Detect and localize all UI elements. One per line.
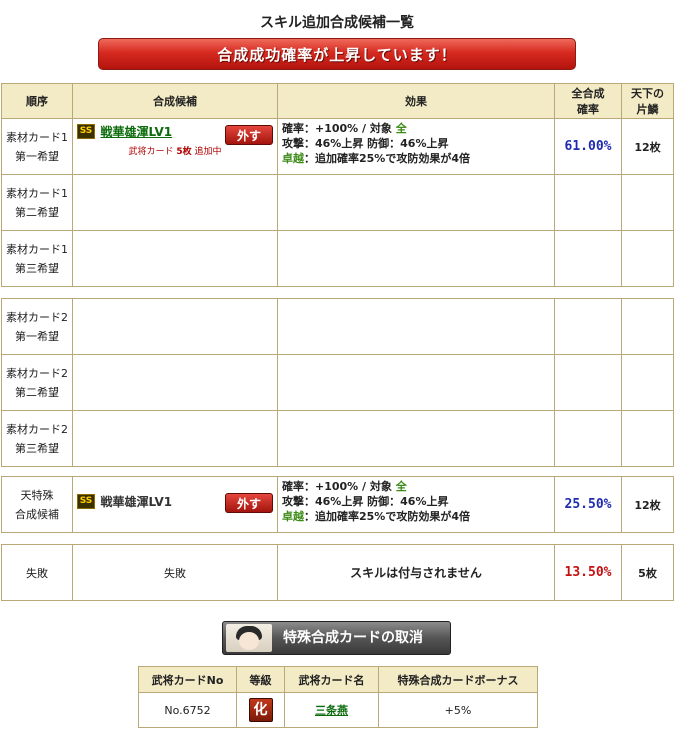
row-candidate [72, 354, 278, 411]
row-effect [277, 298, 555, 355]
table-row: 素材カード2 第一希望 [1, 298, 674, 355]
failure-effect: スキルは付与されません [277, 544, 555, 601]
row-count [621, 410, 674, 467]
header-card-no: 武将カードNo [138, 666, 237, 693]
row-order: 素材カード1 第一希望 [1, 118, 73, 175]
header-order: 順序 [1, 83, 73, 119]
row-order: 素材カード2 第一希望 [1, 298, 73, 355]
row-rate [554, 174, 622, 231]
failure-count: 5枚 [621, 544, 674, 601]
card-no: No.6752 [138, 692, 237, 728]
cancel-special-card-label: 特殊合成カードの取消 [283, 630, 423, 646]
row-count [621, 174, 674, 231]
row-rate [554, 410, 622, 467]
failure-rate: 13.50% [554, 544, 622, 601]
header-count: 天下の 片鱗 [621, 83, 674, 119]
remove-button[interactable]: 外す [225, 125, 273, 145]
table-row: 素材カード1 第二希望 [1, 174, 674, 231]
row-order: 素材カード1 第三希望 [1, 230, 73, 287]
candidate-table-material2: 素材カード2 第一希望 素材カード2 第二希望 素材カード2 第三希望 [1, 298, 674, 467]
row-effect [277, 230, 555, 287]
row-rate [554, 354, 622, 411]
card-name-link[interactable]: 三条燕 [315, 704, 348, 717]
row-rate: 61.00% [554, 118, 622, 175]
row-effect [277, 174, 555, 231]
table-row: 素材カード1 第一希望 SS 戦華雄渾LV1 外す 武将カード 5枚 追加中 確率… [1, 118, 674, 175]
row-count: 12枚 [621, 118, 674, 175]
row-effect: 確率：+100% / 対象 全 攻撃：46%上昇 防御：46%上昇 卓越：追加確… [277, 118, 555, 175]
row-order: 素材カード1 第二希望 [1, 174, 73, 231]
row-count [621, 354, 674, 411]
table-row: 失敗 失敗 スキルは付与されません 13.50% 5枚 [1, 544, 674, 601]
row-effect [277, 354, 555, 411]
header-total-rate: 全合成 確率 [554, 83, 622, 119]
cancel-special-card-button[interactable]: 特殊合成カードの取消 [222, 621, 451, 655]
header-effect: 効果 [277, 83, 555, 119]
ss-rank-icon: SS [77, 494, 95, 509]
candidate-table-material1: 順序 合成候補 効果 全合成 確率 天下の 片鱗 素材カード1 第一希望 SS 戦華雄… [1, 83, 674, 287]
row-order: 天特殊 合成候補 [1, 476, 73, 533]
row-order: 素材カード2 第三希望 [1, 410, 73, 467]
header-card-name: 武将カード名 [284, 666, 379, 693]
row-candidate [72, 174, 278, 231]
row-candidate: SS 戦華雄渾LV1 外す [72, 476, 278, 533]
card-bonus: +5% [378, 692, 538, 728]
failure-order: 失敗 [1, 544, 73, 601]
row-count: 12枚 [621, 476, 674, 533]
rank-ka-icon: 化 [248, 698, 273, 722]
candidate-table-special: 天特殊 合成候補 SS 戦華雄渾LV1 外す 確率：+100% / 対象 全 攻撃… [1, 476, 674, 533]
skill-name: 戦華雄渾LV1 [100, 495, 173, 509]
row-effect [277, 410, 555, 467]
header-candidate: 合成候補 [72, 83, 278, 119]
row-candidate: SS 戦華雄渾LV1 外す 武将カード 5枚 追加中 [72, 118, 278, 175]
row-candidate [72, 410, 278, 467]
special-card-table: 武将カードNo 等級 武将カード名 特殊合成カードボーナス No.6752 化 … [138, 666, 538, 728]
success-rate-banner: 合成成功確率が上昇しています！ [98, 38, 576, 70]
table-row: 天特殊 合成候補 SS 戦華雄渾LV1 外す 確率：+100% / 対象 全 攻撃… [1, 476, 674, 533]
row-effect: 確率：+100% / 対象 全 攻撃：46%上昇 防御：46%上昇 卓越：追加確… [277, 476, 555, 533]
failure-table: 失敗 失敗 スキルは付与されません 13.50% 5枚 [1, 544, 674, 601]
row-order: 素材カード2 第二希望 [1, 354, 73, 411]
table-row: 素材カード1 第三希望 [1, 230, 674, 287]
card-rank: 化 [236, 692, 285, 728]
skill-name-link[interactable]: 戦華雄渾LV1 [101, 125, 173, 139]
row-rate [554, 230, 622, 287]
row-candidate [72, 298, 278, 355]
general-portrait-icon [226, 624, 272, 652]
row-rate [554, 298, 622, 355]
header-rank: 等級 [236, 666, 285, 693]
remove-button[interactable]: 外す [225, 493, 273, 513]
table-row: 素材カード2 第二希望 [1, 354, 674, 411]
ss-rank-icon: SS [77, 124, 95, 139]
table-row: 素材カード2 第三希望 [1, 410, 674, 467]
row-count [621, 230, 674, 287]
card-name: 三条燕 [284, 692, 379, 728]
page-title: スキル追加合成候補一覧 [260, 15, 414, 31]
row-rate: 25.50% [554, 476, 622, 533]
failure-candidate: 失敗 [72, 544, 278, 601]
row-candidate [72, 230, 278, 287]
table-row: No.6752 化 三条燕 +5% [138, 692, 538, 728]
row-count [621, 298, 674, 355]
header-bonus: 特殊合成カードボーナス [378, 666, 538, 693]
